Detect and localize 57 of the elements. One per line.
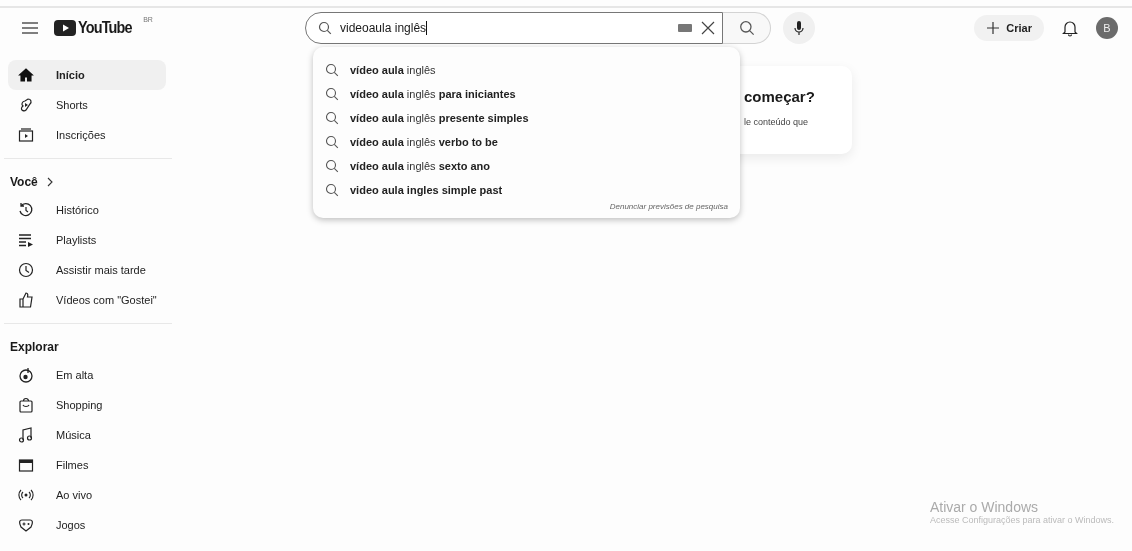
suggestion-item[interactable]: vídeo aula inglês sexto ano	[325, 154, 494, 178]
sidebar-item[interactable]: Início	[8, 60, 166, 90]
sidebar-item[interactable]: Filmes	[8, 450, 166, 480]
play-logo-icon	[54, 20, 76, 36]
search-icon	[325, 63, 339, 77]
sidebar-item[interactable]: Em alta	[8, 360, 166, 390]
game-icon	[18, 517, 34, 533]
create-button[interactable]: Criar	[974, 15, 1044, 41]
card-title: começar?	[744, 88, 815, 105]
microphone-button[interactable]	[783, 12, 815, 44]
plus-icon	[986, 21, 1001, 35]
sidebar-item[interactable]: Assistir mais tarde	[8, 255, 166, 285]
home-icon	[18, 67, 34, 83]
clock-icon	[18, 262, 34, 278]
film-icon	[18, 457, 34, 473]
sidebar-item[interactable]: Histórico	[8, 195, 166, 225]
activation-title: Ativar o Windows	[929, 499, 1039, 515]
avatar[interactable]: B	[1096, 17, 1118, 39]
sidebar-item[interactable]: Ao vivo	[8, 480, 166, 510]
sidebar-item[interactable]: Música	[8, 420, 166, 450]
search-icon	[318, 21, 332, 35]
shorts-icon	[18, 97, 34, 113]
microphone-icon	[793, 20, 805, 36]
search-icon	[325, 183, 339, 197]
bell-icon[interactable]	[1062, 19, 1078, 37]
section-heading[interactable]: Você	[8, 169, 54, 195]
suggestion-item[interactable]: video aula ingles simple past	[325, 178, 507, 202]
logo-text[interactable]: YouTube	[78, 18, 132, 38]
bag-icon	[18, 397, 34, 413]
menu-icon[interactable]	[20, 20, 40, 36]
search-icon	[325, 87, 339, 101]
search-icon	[738, 20, 755, 36]
section-heading[interactable]: Explorar	[8, 334, 59, 360]
live-icon	[18, 487, 34, 503]
search-icon	[325, 111, 339, 125]
sidebar-item[interactable]: Playlists	[8, 225, 166, 255]
suggestion-item[interactable]: vídeo aula inglês para iniciantes	[325, 82, 520, 106]
like-icon	[18, 292, 34, 308]
sidebar-item[interactable]: Shorts	[8, 90, 166, 120]
suggestion-item[interactable]: vídeo aula inglês	[325, 58, 440, 82]
chevron-right-icon	[45, 177, 54, 187]
search-button[interactable]	[723, 12, 771, 44]
suggestion-item[interactable]: vídeo aula inglês presente simples	[325, 106, 533, 130]
search-field[interactable]: videoaula inglês	[305, 12, 723, 44]
sidebar-item[interactable]: Shopping	[8, 390, 166, 420]
music-icon	[18, 427, 34, 443]
card-text: le conteúdo que	[744, 117, 809, 127]
sidebar-item[interactable]: Inscrições	[8, 120, 166, 150]
sidebar-item[interactable]: Jogos	[8, 510, 166, 540]
report-link[interactable]: Denunciar previsões de pesquisa	[609, 202, 728, 211]
playlist-icon	[18, 232, 34, 248]
close-icon[interactable]	[700, 20, 716, 36]
history-icon	[18, 202, 34, 218]
sidebar-item[interactable]: Vídeos com "Gostei"	[8, 285, 166, 315]
search-icon	[325, 135, 339, 149]
suggestion-item[interactable]: vídeo aula inglês verbo to be	[325, 130, 502, 154]
search-icon	[325, 159, 339, 173]
